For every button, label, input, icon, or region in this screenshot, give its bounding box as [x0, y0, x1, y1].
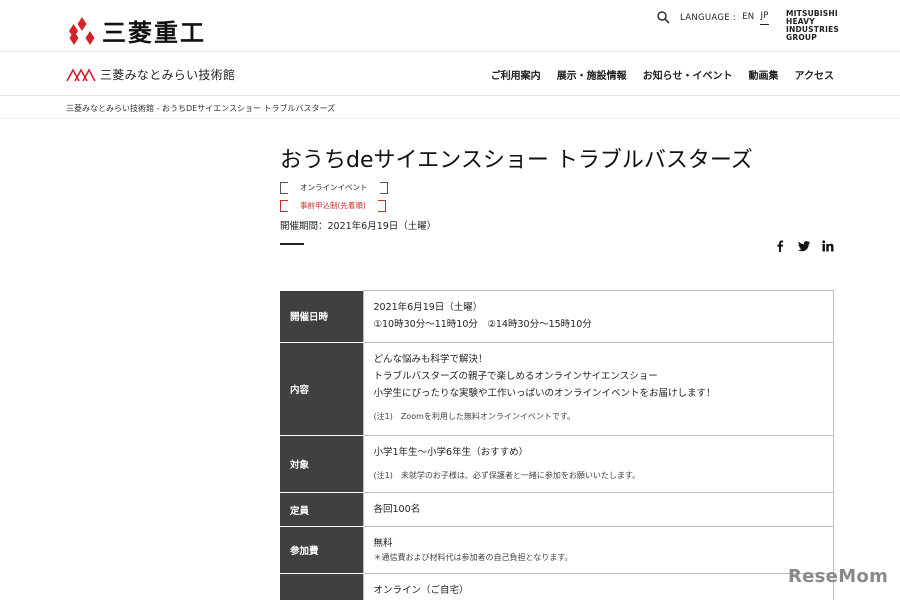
target-line: 小学1年生～小学6年生（おすすめ）: [373, 447, 529, 458]
museum-name: 三菱みなとみらい技術館: [100, 68, 236, 82]
row-header-target: 対象: [280, 435, 363, 493]
three-diamonds-icon: [69, 16, 95, 45]
row-header-content: 内容: [280, 342, 363, 436]
time-line: ①10時30分～11時10分 ②14時30分～15時10分: [373, 319, 592, 330]
main-nav: ご利用案内 展示・施設情報 お知らせ・イベント 動画集 アクセス: [491, 67, 834, 82]
row-value-date: 2021年6月19日（土曜） ①10時30分～11時10分 ②14時30分～15…: [362, 290, 834, 343]
target-note: (注1) 未就学のお子様は、必ず保護者と一緒に参加をお願いいたします。: [373, 471, 641, 480]
top-header: 三菱重工 LANGUAGE : EN JP MITSUBISHI HEAVY I…: [0, 0, 900, 52]
nav-exhibits[interactable]: 展示・施設情報: [557, 67, 627, 82]
event-tag: オンラインイベント: [280, 182, 388, 194]
row-header-venue: [280, 573, 363, 600]
content-note: (注1) Zoomを利用した無料オンラインイベントです。: [373, 412, 576, 421]
language-label: LANGUAGE :: [680, 13, 737, 23]
table-row: 参加費 無料 ＊通信費および材料代は参加者の自己負担となります。: [280, 526, 834, 574]
content-line: 小学生にぴったりな実験や工作いっぱいのオンラインイベントをお届けします！: [373, 388, 716, 399]
group-line: GROUP: [786, 33, 817, 42]
watermark-logo: ReseMom: [788, 566, 889, 587]
table-row: オンライン（ご自宅）: [280, 573, 834, 600]
row-header-date: 開催日時: [280, 290, 363, 343]
event-info-table: 開催日時 2021年6月19日（土曜） ①10時30分～11時10分 ②14時3…: [280, 290, 834, 600]
linkedin-icon[interactable]: [822, 240, 834, 252]
group-logo[interactable]: MITSUBISHI HEAVY INDUSTRIES GROUP: [786, 10, 846, 42]
divider: [0, 118, 900, 119]
row-value-target: 小学1年生～小学6年生（おすすめ） (注1) 未就学のお子様は、必ず保護者と一緒…: [362, 435, 834, 493]
museum-logo[interactable]: 三菱みなとみらい技術館: [66, 66, 235, 83]
tag-registration: 事前申込制(先着順): [300, 201, 366, 210]
nav-access[interactable]: アクセス: [795, 67, 835, 82]
event-tag: 事前申込制(先着順): [280, 200, 386, 212]
museum-mark-icon: [66, 67, 96, 81]
content-line: どんな悩みも科学で解決！: [373, 354, 488, 365]
content-line: トラブルバスターズの親子で楽しめるオンラインサイエンスショー: [373, 371, 658, 382]
page-title: おうちdeサイエンスショー トラブルバスターズ: [280, 148, 753, 173]
table-row: 開催日時 2021年6月19日（土曜） ①10時30分～11時10分 ②14時3…: [280, 290, 834, 343]
table-row: 定員 各回100名: [280, 492, 834, 527]
nav-news-events[interactable]: お知らせ・イベント: [643, 67, 733, 82]
breadcrumb-separator: -: [154, 104, 162, 113]
brand-name: 三菱重工: [102, 19, 206, 47]
breadcrumb-home[interactable]: 三菱みなとみらい技術館: [66, 104, 154, 113]
fee-line: 無料: [373, 538, 393, 549]
row-value-capacity: 各回100名: [362, 492, 834, 527]
nav-videos[interactable]: 動画集: [749, 67, 779, 82]
facebook-icon[interactable]: [774, 240, 786, 252]
row-header-capacity: 定員: [280, 492, 363, 527]
language-en[interactable]: EN: [742, 12, 754, 25]
mhi-logo[interactable]: 三菱重工: [66, 13, 206, 48]
title-underline: [280, 243, 304, 245]
nav-guide[interactable]: ご利用案内: [491, 67, 541, 82]
breadcrumb: 三菱みなとみらい技術館 - おうちDEサイエンスショー トラブルバスターズ: [66, 103, 335, 114]
row-value-venue: オンライン（ご自宅）: [362, 573, 834, 600]
event-period: 開催期間：2021年6月19日（土曜）: [280, 221, 437, 232]
language-switcher: LANGUAGE : EN JP: [680, 11, 769, 25]
row-value-fee: 無料 ＊通信費および材料代は参加者の自己負担となります。: [362, 526, 834, 574]
row-header-fee: 参加費: [280, 526, 363, 574]
table-row: 対象 小学1年生～小学6年生（おすすめ） (注1) 未就学のお子様は、必ず保護者…: [280, 435, 834, 493]
language-jp[interactable]: JP: [760, 11, 769, 25]
tag-online-event: オンラインイベント: [300, 183, 368, 192]
twitter-icon[interactable]: [798, 240, 810, 252]
date-line: 2021年6月19日（土曜）: [373, 302, 483, 313]
search-icon[interactable]: [656, 10, 670, 24]
site-header: 三菱みなとみらい技術館 ご利用案内 展示・施設情報 お知らせ・イベント 動画集 …: [0, 52, 900, 96]
row-value-content: どんな悩みも科学で解決！ トラブルバスターズの親子で楽しめるオンラインサイエンス…: [362, 342, 834, 436]
share-buttons: [774, 240, 834, 252]
fee-note: ＊通信費および材料代は参加者の自己負担となります。: [373, 553, 573, 562]
breadcrumb-current: おうちDEサイエンスショー トラブルバスターズ: [161, 104, 336, 113]
table-row: 内容 どんな悩みも科学で解決！ トラブルバスターズの親子で楽しめるオンラインサイ…: [280, 342, 834, 436]
